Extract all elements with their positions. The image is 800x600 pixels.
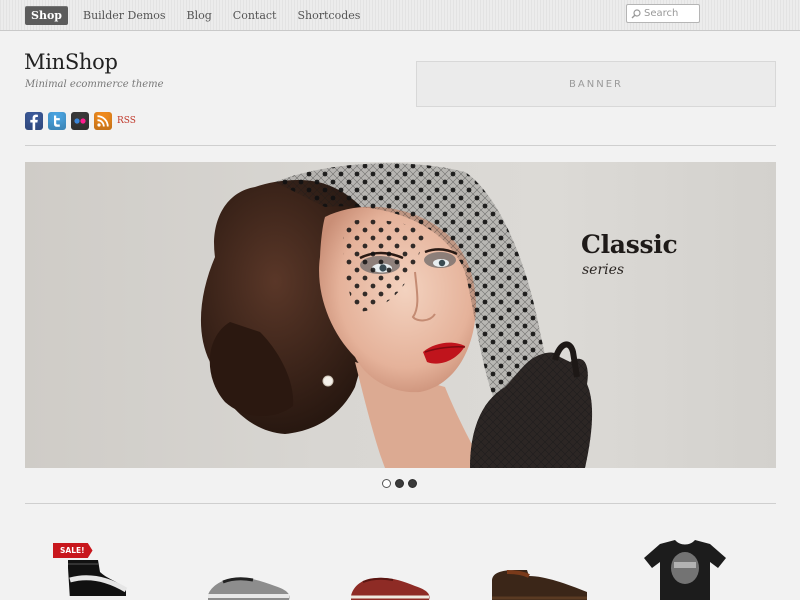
- rss-link[interactable]: RSS: [117, 116, 136, 126]
- facebook-icon[interactable]: [25, 112, 43, 130]
- product-image-brown-leather-shoe: [492, 570, 587, 600]
- slider-divider: [25, 503, 776, 504]
- nav-item-blog[interactable]: Blog: [181, 6, 218, 25]
- product-image-black-graphic-tshirt: [644, 540, 726, 600]
- site-title[interactable]: MinShop: [24, 50, 118, 74]
- slider-dot-2[interactable]: [395, 479, 404, 488]
- slider-pagination: [382, 479, 421, 488]
- product-image-black-high-top-sneaker: [68, 560, 128, 600]
- slider-dot-1[interactable]: [382, 479, 391, 488]
- search-box: [626, 4, 700, 23]
- sale-badge: SALE!: [53, 543, 93, 558]
- product-row: [0, 520, 800, 600]
- search-input[interactable]: [644, 8, 698, 19]
- hero-slider[interactable]: Classic series: [25, 162, 776, 468]
- product-card-grey-sneaker[interactable]: [203, 520, 313, 600]
- product-card-red-sneaker[interactable]: [345, 520, 455, 600]
- header-divider: [25, 145, 776, 146]
- site-tagline: Minimal ecommerce theme: [25, 79, 164, 90]
- flickr-icon[interactable]: [71, 112, 89, 130]
- twitter-icon[interactable]: [48, 112, 66, 130]
- slide-heading: Classic: [581, 230, 678, 259]
- nav-item-shortcodes[interactable]: Shortcodes: [291, 6, 366, 25]
- nav-item-shop[interactable]: Shop: [25, 6, 68, 25]
- nav-item-builder-demos[interactable]: Builder Demos: [77, 6, 172, 25]
- rss-icon[interactable]: [94, 112, 112, 130]
- product-card-black-high-top[interactable]: [58, 520, 168, 600]
- social-links: RSS: [25, 112, 136, 130]
- product-card-brown-leather-shoe[interactable]: [487, 520, 597, 600]
- search-icon: [631, 8, 641, 18]
- product-card-black-tshirt[interactable]: [630, 520, 740, 600]
- top-navigation-bar: Shop Builder Demos Blog Contact Shortcod…: [0, 0, 800, 31]
- header-banner[interactable]: BANNER: [416, 61, 776, 107]
- nav-item-contact[interactable]: Contact: [227, 6, 283, 25]
- slider-dot-3[interactable]: [408, 479, 417, 488]
- slide-image-woman-with-veil: [200, 163, 593, 468]
- product-image-grey-low-sneaker: [208, 577, 290, 600]
- slide-subheading: series: [582, 262, 625, 278]
- product-image-red-low-sneaker: [351, 577, 430, 600]
- main-menu: Shop Builder Demos Blog Contact Shortcod…: [25, 6, 375, 25]
